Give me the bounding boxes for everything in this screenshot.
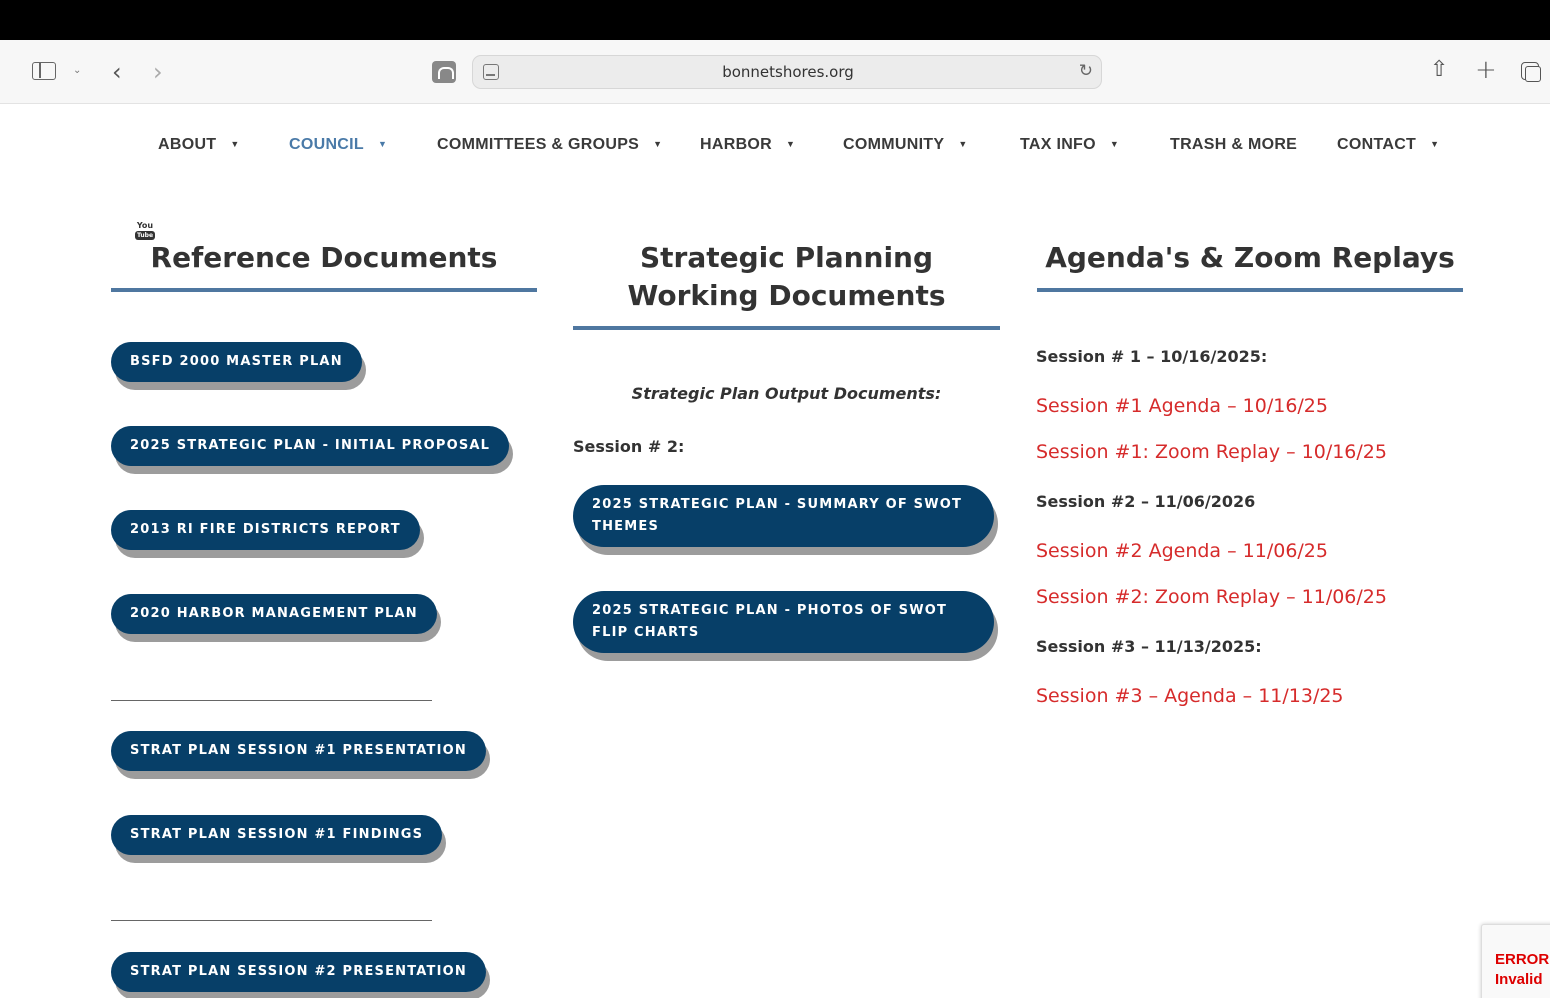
session2-agenda-link[interactable]: Session #2 Agenda – 11/06/25 <box>1036 540 1328 562</box>
section-divider <box>111 700 432 701</box>
youtube-icon-top: You <box>136 221 154 230</box>
main-nav: ABOUT ▼ COUNCIL ▼ COMMITTEES & GROUPS ▼ HAR… <box>0 128 1550 164</box>
recaptcha-badge[interactable]: ERROR Invalid <box>1481 924 1550 998</box>
strategic-output-subtitle: Strategic Plan Output Documents: <box>631 384 942 403</box>
strategic-title-rule <box>573 326 1000 330</box>
nav-item-tax-info[interactable]: TAX INFO ▼ <box>1020 136 1119 154</box>
section-divider <box>111 920 432 921</box>
url-text[interactable]: bonnetshores.org <box>473 63 1103 81</box>
caret-down-icon: ▼ <box>786 139 796 149</box>
back-arrow-icon[interactable]: ‹ <box>112 60 122 84</box>
session3-heading: Session #3 – 11/13/2025: <box>1036 637 1262 656</box>
session1-heading: Session # 1 – 10/16/2025: <box>1036 347 1268 366</box>
tab-overview-icon[interactable] <box>1521 62 1541 82</box>
caret-down-icon: ▼ <box>653 139 663 149</box>
strategic-plan-initial-proposal-button[interactable]: 2025 STRATEGIC PLAN - INITIAL PROPOSAL <box>111 426 510 466</box>
harbor-management-plan-button[interactable]: 2020 HARBOR MANAGEMENT PLAN <box>111 594 437 634</box>
nav-label: ABOUT <box>158 136 217 153</box>
session2-presentation-button[interactable]: STRAT PLAN SESSION #2 PRESENTATION <box>111 952 486 992</box>
nav-label: CONTACT <box>1337 136 1417 153</box>
session1-presentation-button[interactable]: STRAT PLAN SESSION #1 PRESENTATION <box>111 731 486 771</box>
bsfd-master-plan-button[interactable]: BSFD 2000 MASTER PLAN <box>111 342 362 382</box>
recaptcha-error-title: ERROR <box>1495 951 1550 968</box>
nav-label: COMMUNITY <box>843 136 945 153</box>
sidebar-toggle-icon[interactable] <box>32 62 56 80</box>
nav-label: TAX INFO <box>1020 136 1096 153</box>
nav-item-committees[interactable]: COMMITTEES & GROUPS ▼ <box>437 136 662 154</box>
nav-label: HARBOR <box>700 136 773 153</box>
caret-down-icon: ▼ <box>1109 139 1120 149</box>
ri-fire-districts-report-button[interactable]: 2013 RI FIRE DISTRICTS REPORT <box>111 510 420 550</box>
youtube-icon[interactable]: You Tube <box>135 222 155 240</box>
nav-label: COUNCIL <box>289 136 364 153</box>
agendas-title: Agenda's & Zoom Replays <box>1045 241 1455 274</box>
session1-findings-button[interactable]: STRAT PLAN SESSION #1 FINDINGS <box>111 815 443 855</box>
nav-label: TRASH & MORE <box>1170 136 1298 153</box>
session1-zoom-replay-link[interactable]: Session #1: Zoom Replay – 10/16/25 <box>1036 441 1387 463</box>
recaptcha-error-text: Invalid <box>1495 971 1543 988</box>
nav-item-harbor[interactable]: HARBOR ▼ <box>700 136 795 154</box>
session2-zoom-replay-link[interactable]: Session #2: Zoom Replay – 11/06/25 <box>1036 586 1387 608</box>
caret-down-icon: ▼ <box>958 139 968 149</box>
strategic-planning-title: Strategic Planning Working Documents <box>627 241 946 312</box>
site-favicon-icon[interactable] <box>432 61 456 83</box>
reload-icon[interactable]: ↻ <box>1079 61 1093 81</box>
session1-agenda-link[interactable]: Session #1 Agenda – 10/16/25 <box>1036 395 1328 417</box>
browser-toolbar: ⌄ ‹ › bonnetshores.org ↻ ⇧ + <box>0 40 1550 104</box>
nav-item-council[interactable]: COUNCIL ▼ <box>289 136 387 154</box>
nav-item-about[interactable]: ABOUT ▼ <box>158 136 240 154</box>
reference-title-rule <box>111 288 537 292</box>
caret-down-icon: ▼ <box>230 139 240 149</box>
swot-flip-charts-photos-button[interactable]: 2025 STRATEGIC PLAN - PHOTOS OF SWOT FLI… <box>573 591 994 653</box>
reference-documents-title: Reference Documents <box>150 241 498 274</box>
new-tab-icon[interactable]: + <box>1475 57 1497 83</box>
nav-item-contact[interactable]: CONTACT ▼ <box>1337 136 1439 154</box>
session2-heading: Session #2 – 11/06/2026 <box>1036 492 1256 511</box>
caret-down-icon: ▼ <box>377 139 388 149</box>
session3-agenda-link[interactable]: Session #3 – Agenda – 11/13/25 <box>1036 685 1344 707</box>
agendas-title-rule <box>1037 288 1463 292</box>
nav-item-community[interactable]: COMMUNITY ▼ <box>843 136 968 154</box>
forward-arrow-icon[interactable]: › <box>153 60 163 84</box>
nav-item-trash-more[interactable]: TRASH & MORE <box>1170 136 1297 154</box>
address-bar[interactable]: bonnetshores.org ↻ <box>472 55 1102 89</box>
share-icon[interactable]: ⇧ <box>1430 59 1448 81</box>
nav-label: COMMITTEES & GROUPS <box>437 136 640 153</box>
swot-themes-summary-button[interactable]: 2025 STRATEGIC PLAN - SUMMARY OF SWOT TH… <box>573 485 994 547</box>
session2-label: Session # 2: <box>573 437 685 456</box>
top-system-bar <box>0 0 1550 40</box>
caret-down-icon: ▼ <box>1430 139 1440 149</box>
chevron-down-icon[interactable]: ⌄ <box>73 66 81 76</box>
